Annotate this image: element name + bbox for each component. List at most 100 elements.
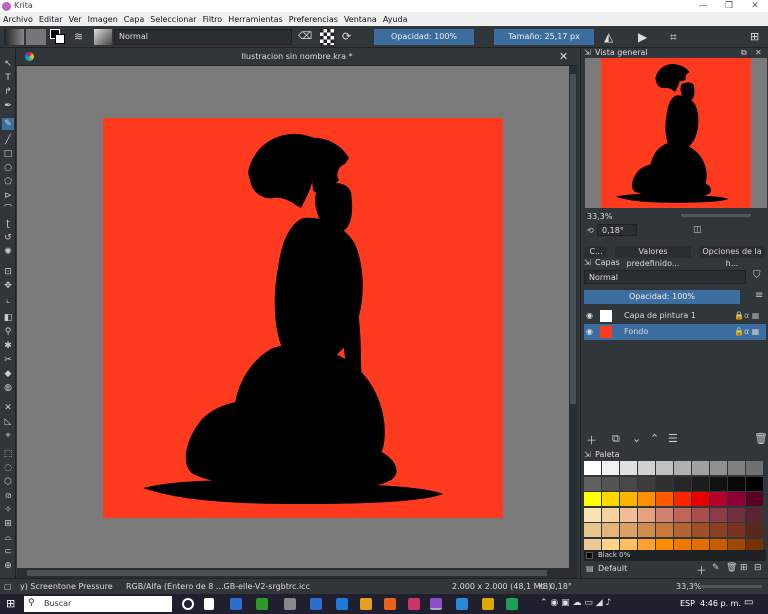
overview-close-icon[interactable]: ✕	[755, 48, 762, 57]
status-zoom[interactable]: 33,3%	[676, 582, 701, 591]
palette-swatch[interactable]	[728, 492, 745, 506]
gradient-swatch[interactable]	[4, 29, 24, 45]
menu-ayuda[interactable]: Ayuda	[383, 15, 408, 24]
layer-options-icon[interactable]: ≡	[755, 290, 763, 301]
brush-preset-status-icon[interactable]: ▢	[4, 582, 12, 591]
vertical-scroll-thumb[interactable]	[570, 74, 576, 404]
contiguous-select-icon[interactable]: ✧	[2, 504, 14, 516]
transform-tool-icon[interactable]: ⊡	[2, 266, 14, 278]
palette-swatch[interactable]	[746, 476, 763, 491]
status-zoom-slider[interactable]	[700, 585, 762, 588]
ellipse-select-icon[interactable]: ◌	[2, 462, 14, 474]
edit-shapes-icon[interactable]: ↱	[2, 86, 14, 98]
duplicate-layer-icon[interactable]: ⧉	[612, 432, 620, 446]
canvas-area[interactable]	[17, 66, 569, 568]
palette-swatch[interactable]	[746, 523, 763, 537]
freehand-path-icon[interactable]: ʈ	[2, 218, 14, 230]
palette-swatch[interactable]	[638, 507, 655, 522]
artwork-canvas[interactable]	[103, 118, 503, 518]
palette-swatch[interactable]	[728, 461, 745, 475]
move-up-icon[interactable]: ⌃	[650, 432, 659, 445]
windows-start-icon[interactable]: ⊞	[6, 598, 18, 610]
ellipse-tool-icon[interactable]: ○	[2, 162, 14, 174]
layer-name[interactable]: Fondo	[624, 324, 648, 340]
menu-imagen[interactable]: Imagen	[88, 15, 118, 24]
layer-flags-icon[interactable]: 🔒α ▦	[734, 324, 759, 340]
overview-zoom[interactable]: 33,3%	[587, 212, 612, 221]
freehand-select-icon[interactable]: ര	[2, 490, 14, 502]
layer-opacity-slider[interactable]: Opacidad: 100%	[584, 290, 740, 304]
app-icon[interactable]	[408, 598, 420, 610]
palette-swatch[interactable]	[584, 476, 601, 491]
layers-menu-icon[interactable]: ⇲	[584, 258, 591, 267]
overview-rotation[interactable]: 0,18°	[597, 224, 637, 236]
polygon-select-icon[interactable]: ⬡	[2, 476, 14, 488]
rectangle-tool-icon[interactable]: □	[2, 148, 14, 160]
palette-swatch[interactable]	[746, 461, 763, 475]
layer-blend-dropdown[interactable]: Normal	[584, 270, 746, 284]
measure-tool-icon[interactable]: ◺	[2, 416, 14, 428]
xbox-icon[interactable]	[256, 598, 268, 610]
browser-edge-icon[interactable]	[336, 598, 348, 610]
palette-swatch[interactable]	[710, 461, 727, 475]
notification-icon[interactable]: ▭	[744, 597, 753, 608]
layer-filter-icon[interactable]: ⛉	[753, 270, 761, 281]
assistant-tool-icon[interactable]: ✕	[2, 402, 14, 414]
color-picker-icon[interactable]: ⚲	[2, 326, 14, 338]
add-layer-icon[interactable]: ＋	[586, 432, 597, 448]
alpha-lock-icon[interactable]	[320, 29, 334, 45]
menu-archivo[interactable]: Archivo	[3, 15, 33, 24]
overview-zoom-slider[interactable]	[681, 214, 751, 217]
zoom-tool-icon[interactable]: ⊕	[2, 560, 14, 572]
palette-swatch[interactable]	[728, 476, 745, 491]
palette-swatch[interactable]	[674, 492, 691, 506]
palette-swatch[interactable]	[674, 523, 691, 537]
color-selector-icon[interactable]	[50, 29, 66, 45]
palette-swatch[interactable]	[602, 507, 619, 522]
palette-swatch[interactable]	[656, 492, 673, 506]
palette-swatch[interactable]	[728, 507, 745, 522]
layer-properties-icon[interactable]: ☰	[668, 432, 678, 445]
palette-swatch[interactable]	[674, 461, 691, 475]
palette-swatch[interactable]	[584, 461, 601, 475]
multibrush-icon[interactable]: ✺	[2, 246, 14, 258]
text-tool-icon[interactable]: T	[2, 72, 14, 84]
palette-swatch[interactable]	[674, 507, 691, 522]
palette-swatch[interactable]	[728, 523, 745, 537]
opacity-slider[interactable]: Opacidad: 100%	[374, 29, 474, 45]
close-window-button[interactable]: ✕	[742, 0, 768, 12]
palette-swatch[interactable]	[638, 492, 655, 506]
crop-tool-icon[interactable]: ⌞	[2, 294, 14, 306]
brush-preset-icon[interactable]	[94, 29, 112, 45]
tab-color[interactable]: C...	[585, 246, 607, 258]
menu-capa[interactable]: Capa	[124, 15, 144, 24]
palette-swatch[interactable]	[602, 476, 619, 491]
similar-select-icon[interactable]: ⊞	[2, 518, 14, 530]
minimize-button[interactable]: —	[690, 0, 716, 12]
menu-herramientas[interactable]: Herramientas	[228, 15, 283, 24]
layer-name[interactable]: Capa de pintura 1	[624, 308, 696, 324]
layer-flags-icon[interactable]: 🔒α ▦	[734, 308, 759, 324]
colorize-mask-icon[interactable]: ✱	[2, 340, 14, 352]
palette-swatch[interactable]	[620, 476, 637, 491]
horizontal-scroll-thumb[interactable]	[27, 570, 547, 576]
palette-swatch[interactable]	[710, 492, 727, 506]
bezier-tool-icon[interactable]: ⌒	[2, 204, 14, 216]
magnetic-select-icon[interactable]: ⊂	[2, 546, 14, 558]
layer-row-background[interactable]: ◉ Fondo 🔒α ▦	[584, 324, 766, 340]
app2-icon[interactable]	[506, 598, 518, 610]
palette-settings-icon[interactable]: ⊟	[754, 563, 762, 573]
palette-swatch[interactable]	[656, 461, 673, 475]
select-shapes-icon[interactable]: ↖	[2, 58, 14, 70]
fill-tool-icon[interactable]: ◆	[2, 368, 14, 380]
palette-swatch[interactable]	[710, 507, 727, 522]
language-indicator[interactable]: ESP	[680, 599, 695, 608]
overview-float-icon[interactable]: ⧉	[741, 48, 747, 58]
reference-tool-icon[interactable]: ⌖	[2, 430, 14, 442]
brush-tool-icon[interactable]: ✎	[2, 118, 14, 130]
workspace-icon[interactable]: ⊞	[750, 29, 764, 45]
polygon-tool-icon[interactable]: ⬠	[2, 176, 14, 188]
palette-swatch[interactable]	[746, 507, 763, 522]
layer-visibility-icon[interactable]: ◉	[586, 308, 593, 324]
add-color-icon[interactable]: ＋	[696, 562, 707, 578]
